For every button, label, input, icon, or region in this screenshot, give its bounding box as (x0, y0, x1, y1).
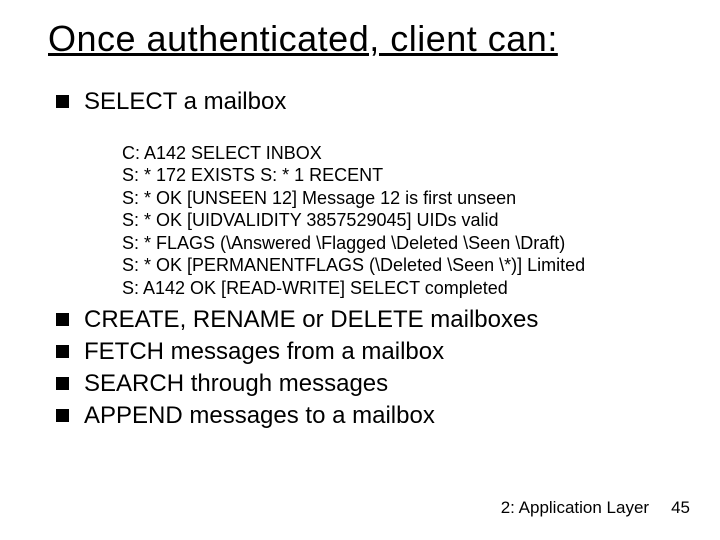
footer: 2: Application Layer 45 (501, 498, 690, 518)
footer-page-number: 45 (671, 498, 690, 518)
bullet-text: SELECT a mailbox (84, 88, 286, 115)
code-line: S: * OK [UIDVALIDITY 3857529045] UIDs va… (122, 210, 499, 230)
code-line: S: * 172 EXISTS S: * 1 RECENT (122, 165, 383, 185)
bullet-text: FETCH messages from a mailbox (84, 338, 444, 365)
list-item: SEARCH through messages (54, 369, 680, 399)
footer-chapter: 2: Application Layer (501, 498, 649, 518)
code-line: S: A142 OK [READ-WRITE] SELECT completed (122, 278, 508, 298)
list-item: CREATE, RENAME or DELETE mailboxes (54, 305, 680, 335)
bullet-text: SEARCH through messages (84, 370, 388, 397)
bullet-text: CREATE, RENAME or DELETE mailboxes (84, 306, 538, 333)
code-line: C: A142 SELECT INBOX (122, 143, 322, 163)
list-item: SELECT a mailbox C: A142 SELECT INBOX S:… (54, 87, 680, 299)
imap-transcript: C: A142 SELECT INBOX S: * 172 EXISTS S: … (122, 119, 680, 299)
bullet-list: SELECT a mailbox C: A142 SELECT INBOX S:… (54, 87, 680, 431)
bullet-text: APPEND messages to a mailbox (84, 402, 435, 429)
page-title: Once authenticated, client can: (48, 18, 680, 59)
code-line: S: * FLAGS (\Answered \Flagged \Deleted … (122, 233, 565, 253)
code-line: S: * OK [UNSEEN 12] Message 12 is first … (122, 188, 516, 208)
slide: Once authenticated, client can: SELECT a… (0, 0, 720, 540)
list-item: FETCH messages from a mailbox (54, 337, 680, 367)
list-item: APPEND messages to a mailbox (54, 401, 680, 431)
code-line: S: * OK [PERMANENTFLAGS (\Deleted \Seen … (122, 255, 585, 275)
